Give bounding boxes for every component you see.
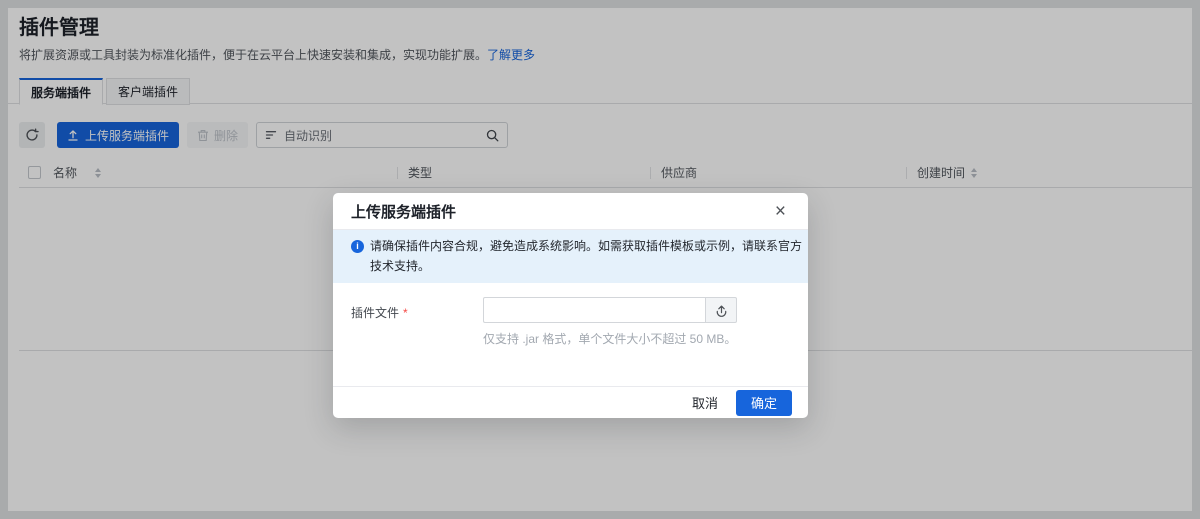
upload-server-plugin-dialog: 上传服务端插件 × i 请确保插件内容合规，避免造成系统影响。如需获取插件模板或… <box>333 193 808 418</box>
dialog-body: 插件文件* 仅支持 .jar 格式，单个文件大小不超过 50 MB。 <box>333 283 808 386</box>
dialog-header: 上传服务端插件 × <box>333 193 808 230</box>
required-mark: * <box>403 306 408 320</box>
file-helper-text: 仅支持 .jar 格式，单个文件大小不超过 50 MB。 <box>483 330 790 347</box>
info-alert-text: 请确保插件内容合规，避免造成系统影响。如需获取插件模板或示例，请联系官方技术支持… <box>370 236 808 276</box>
dialog-title: 上传服务端插件 <box>351 201 456 222</box>
info-icon: i <box>351 240 364 253</box>
close-icon[interactable]: × <box>775 202 786 221</box>
cancel-button[interactable]: 取消 <box>692 393 718 412</box>
upload-file-button[interactable] <box>705 297 737 323</box>
info-alert: i 请确保插件内容合规，避免造成系统影响。如需获取插件模板或示例，请联系官方技术… <box>333 230 808 283</box>
plugin-file-label: 插件文件* <box>351 297 483 386</box>
plugin-file-field: 仅支持 .jar 格式，单个文件大小不超过 50 MB。 <box>483 297 790 386</box>
file-input-group <box>483 297 737 323</box>
plugin-file-input[interactable] <box>483 297 705 323</box>
confirm-button[interactable]: 确定 <box>736 390 792 416</box>
upload-arrow-icon <box>714 303 729 318</box>
dialog-footer: 取消 确定 <box>333 386 808 418</box>
